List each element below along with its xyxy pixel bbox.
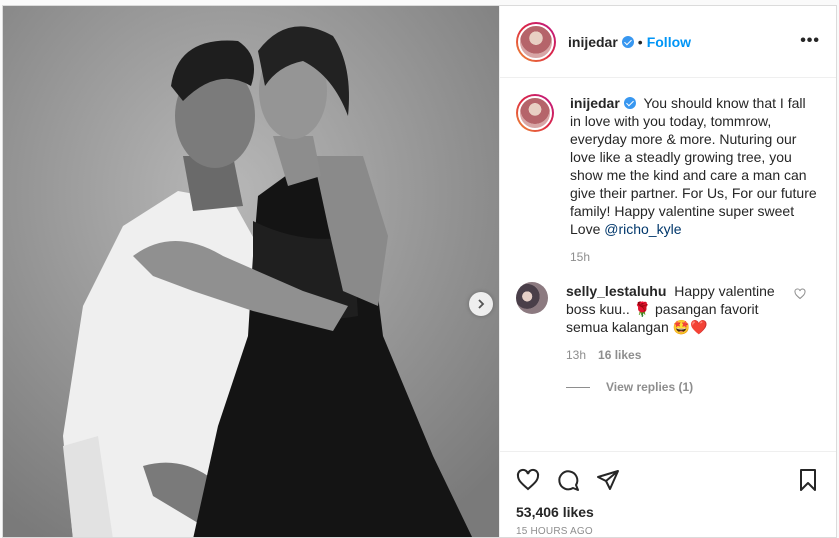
caption-mention-link[interactable]: @richo_kyle [604,221,681,237]
comment-row: selly_lestaluhu Happy valentine boss kuu… [516,282,820,364]
follow-button[interactable]: Follow [647,34,691,50]
caption-avatar[interactable] [516,94,554,132]
comment-bubble-icon[interactable] [556,468,580,492]
post-photo[interactable] [3,6,499,537]
caption-row: inijedar You should know that I fall in … [516,94,820,266]
post-actions: 53,406 likes 15 HOURS AGO [500,451,836,537]
author-username[interactable]: inijedar [568,34,618,50]
chevron-right-icon [478,299,485,309]
posted-timestamp[interactable]: 15 HOURS AGO [516,526,820,537]
save-bookmark-icon[interactable] [796,468,820,492]
verified-badge-icon [623,97,636,109]
caption-meta: 15h [570,248,820,266]
couple-photo [3,6,499,537]
like-heart-icon[interactable] [516,468,540,492]
comment-likes[interactable]: 16 likes [598,348,641,362]
comment-like-heart-icon[interactable] [794,288,806,300]
verified-badge-icon [621,35,634,48]
next-photo-button[interactable] [469,292,493,316]
author-avatar[interactable] [516,21,556,62]
separator-dot: • [637,33,643,50]
comments-list[interactable]: inijedar You should know that I fall in … [500,78,836,451]
comment-time[interactable]: 13h [566,348,586,362]
post-header: inijedar • Follow ••• [500,6,836,78]
commenter-username[interactable]: selly_lestaluhu [566,283,666,299]
replies-divider [566,386,590,388]
likes-count[interactable]: 53,406 likes [516,504,820,520]
more-options-icon[interactable]: ••• [800,32,820,50]
commenter-avatar[interactable] [516,282,548,314]
post-side-panel: inijedar • Follow ••• inijedar You shoul… [499,6,836,537]
view-replies-label[interactable]: View replies (1) [606,380,693,394]
view-replies-link[interactable]: View replies (1) [566,380,820,394]
instagram-post-modal: inijedar • Follow ••• inijedar You shoul… [2,5,837,538]
comment-body: selly_lestaluhu Happy valentine boss kuu… [566,282,796,364]
action-icons [516,460,820,500]
caption-body: inijedar You should know that I fall in … [570,94,820,266]
comment-meta: 13h 16 likes [566,346,796,364]
share-paper-plane-icon[interactable] [596,468,620,492]
caption-time[interactable]: 15h [570,250,590,264]
caption-username[interactable]: inijedar [570,95,620,111]
caption-text: You should know that I fall in love with… [570,95,817,237]
